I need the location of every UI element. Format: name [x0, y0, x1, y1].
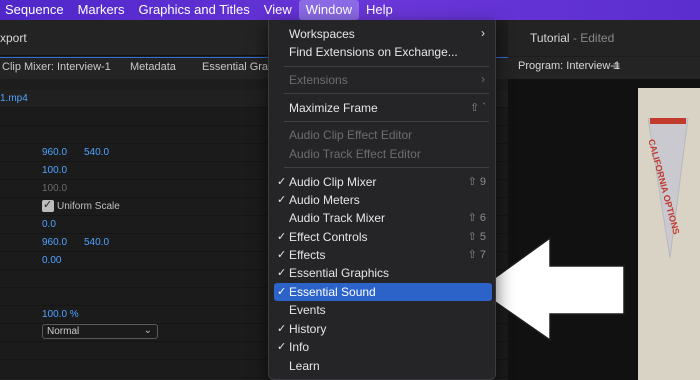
blend-mode-select[interactable]: Normal ⌄ [42, 324, 158, 339]
menu-bar: Sequence Markers Graphics and Titles Vie… [0, 0, 700, 20]
scale-value[interactable]: 100.0 [42, 165, 67, 176]
menu-item-label: Find Extensions on Exchange... [289, 45, 458, 59]
menu-item-shortcut: ⇧ 9 [467, 176, 486, 188]
menu-item-label: Audio Track Effect Editor [289, 147, 421, 161]
project-name: Tutorial [530, 31, 570, 45]
menu-item-essential-sound[interactable]: ✓ Essential Sound [274, 283, 492, 301]
clip-name[interactable]: 1.mp4 [0, 93, 28, 104]
menu-item-label: Workspaces [289, 27, 355, 41]
menu-item-label: Effect Controls [289, 230, 368, 244]
menu-item-maximize-frame[interactable]: Maximize Frame ⇧ ` [274, 99, 492, 117]
uniform-scale-label: Uniform Scale [57, 201, 120, 212]
check-icon: ✓ [277, 249, 287, 261]
uniform-scale-checkbox[interactable] [42, 198, 54, 212]
menu-sequence[interactable]: Sequence [0, 0, 71, 20]
chevron-right-icon: › [481, 72, 485, 86]
edited-indicator: - Edited [569, 31, 615, 45]
anti-flicker-value[interactable]: 0.00 [42, 255, 61, 266]
menu-item-effects[interactable]: ✓ Effects ⇧ 7 [274, 246, 492, 264]
menu-item-shortcut: ⇧ 6 [467, 212, 486, 224]
menu-window[interactable]: Window [298, 0, 359, 20]
chevron-right-icon: › [481, 26, 485, 40]
anchor-x[interactable]: 960.0 [42, 237, 67, 248]
menu-item-effect-controls[interactable]: ✓ Effect Controls ⇧ 5 [274, 228, 492, 246]
check-icon: ✓ [277, 286, 287, 298]
menu-item-label: Audio Track Mixer [289, 211, 386, 225]
menu-item-label: Effects [289, 248, 326, 262]
panel-header-title[interactable]: xport [0, 31, 27, 45]
menu-markers[interactable]: Markers [71, 0, 132, 20]
hamburger-icon[interactable]: ≡ [613, 59, 620, 73]
menu-item-shortcut: ⇧ ` [470, 102, 486, 114]
menu-item-label: Essential Sound [289, 285, 376, 299]
tab-program[interactable]: Program: Interview-1 [518, 60, 620, 72]
menu-item-audio-clip-mixer[interactable]: ✓ Audio Clip Mixer ⇧ 9 [274, 173, 492, 191]
position-y[interactable]: 540.0 [84, 147, 109, 158]
menu-item-extensions: Extensions › [274, 71, 492, 89]
tab-metadata[interactable]: Metadata [130, 61, 176, 73]
menu-item-label: Events [289, 303, 326, 317]
project-title-bar: Tutorial - Edited [508, 20, 700, 56]
project-title: Tutorial - Edited [530, 31, 614, 45]
menu-item-shortcut: ⇧ 5 [467, 231, 486, 243]
menu-item-events[interactable]: Events [274, 301, 492, 319]
menu-item-label: Maximize Frame [289, 101, 378, 115]
menu-item-label: Extensions [289, 73, 348, 87]
opacity-value[interactable]: 100.0 % [42, 309, 79, 320]
menu-item-label: Learn [289, 359, 320, 373]
tab-clip-mixer[interactable]: Clip Mixer: Interview-1 [2, 61, 111, 73]
menu-item-label: History [289, 322, 327, 336]
menu-separator [284, 121, 489, 122]
menu-item-audio-meters[interactable]: ✓ Audio Meters [274, 191, 492, 209]
check-icon: ✓ [277, 194, 287, 206]
check-icon: ✓ [277, 323, 287, 335]
menu-item-label: Audio Clip Mixer [289, 175, 377, 189]
menu-separator [284, 167, 489, 168]
rotation-value[interactable]: 0.0 [42, 219, 56, 230]
menu-item-info[interactable]: ✓ Info [274, 338, 492, 356]
check-icon: ✓ [277, 341, 287, 353]
position-x[interactable]: 960.0 [42, 147, 67, 158]
panel-header: xport [0, 20, 268, 56]
menu-help[interactable]: Help [359, 0, 400, 20]
anchor-y[interactable]: 540.0 [84, 237, 109, 248]
menu-view[interactable]: View [257, 0, 299, 20]
menu-item-label: Audio Clip Effect Editor [289, 128, 413, 142]
check-icon: ✓ [277, 176, 287, 188]
video-frame: CALIFORNIA OPTIONS [638, 88, 700, 380]
menu-item-learn[interactable]: Learn [274, 357, 492, 375]
menu-item-history[interactable]: ✓ History [274, 320, 492, 338]
menu-item-workspaces[interactable]: Workspaces › [274, 25, 492, 43]
chevron-down-icon: ⌄ [143, 325, 152, 336]
scale-width-value: 100.0 [42, 183, 68, 194]
check-icon: ✓ [277, 267, 287, 279]
menu-item-label: Info [289, 340, 310, 354]
menu-item-label: Audio Meters [289, 193, 360, 207]
menu-graphics-and-titles[interactable]: Graphics and Titles [132, 0, 257, 20]
menu-item-audio-clip-effect-editor: Audio Clip Effect Editor [274, 126, 492, 144]
menu-item-audio-track-effect-editor: Audio Track Effect Editor [274, 145, 492, 163]
menu-separator [284, 93, 489, 94]
check-icon: ✓ [277, 231, 287, 243]
menu-item-essential-graphics[interactable]: ✓ Essential Graphics [274, 264, 492, 282]
menu-separator [284, 66, 489, 67]
menu-item-shortcut: ⇧ 7 [467, 249, 486, 261]
program-tab-bar: Program: Interview-1 ≡ [508, 57, 700, 79]
window-menu: Workspaces › Find Extensions on Exchange… [268, 20, 496, 380]
menu-item-label: Essential Graphics [289, 266, 390, 280]
menu-item-find-extensions[interactable]: Find Extensions on Exchange... [274, 43, 492, 61]
blend-mode-value: Normal [47, 326, 80, 337]
menu-item-audio-track-mixer[interactable]: Audio Track Mixer ⇧ 6 [274, 209, 492, 227]
